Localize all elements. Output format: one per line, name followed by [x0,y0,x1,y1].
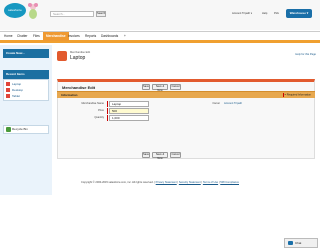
page-subtitle: Merchandise Edit [70,51,91,54]
recent-items-header: Recent Items [3,70,49,79]
recent-item[interactable]: Tablet [6,94,20,99]
price-input[interactable]: 500 [109,108,149,114]
create-new-dropdown[interactable]: Create New... [3,49,49,58]
page-footer: Copyright © 2000-2015 salesforce.com, in… [80,181,239,184]
information-section-header: Information = Required Information [57,91,315,98]
merchandise-name-input[interactable]: Laptop [109,101,149,107]
copyright-text: Copyright © 2000-2015 salesforce.com, in… [80,181,155,184]
recycle-bin-link[interactable]: Recycle Bin [3,125,49,134]
tab-invoices[interactable]: Invoices [68,34,80,38]
tab-files[interactable]: Files [33,34,40,38]
quantity-input[interactable]: 1,000 [109,115,149,121]
required-info-legend: = Required Information [282,93,311,97]
main-content: Merchandise Edit Laptop Help for this Pa… [54,45,318,175]
user-menu[interactable]: Account Tripath ▾ [232,12,252,15]
record-icon [6,88,10,93]
tab-chatter[interactable]: Chatter [17,34,27,38]
help-for-page-link[interactable]: Help for this Page [295,53,316,56]
global-header: salesforce Search... Search Account Trip… [0,0,320,30]
salesforce-logo[interactable]: salesforce [4,3,26,18]
owner-label: Owner [212,102,220,105]
save-new-button-bottom[interactable]: Save & New [152,152,168,160]
record-icon [6,94,10,99]
cancel-button[interactable]: Cancel [170,84,181,90]
price-label: Price [98,109,104,112]
record-icon [6,82,10,87]
security-statement-link[interactable]: Security Statement [179,181,201,184]
mascot-icon [28,3,38,19]
recycle-bin-icon [6,127,11,132]
app-switcher-button[interactable]: Warehouse ▾ [286,9,312,18]
tab-merchandise[interactable]: Merchandise [43,32,69,41]
tab-bar: Home Chatter Files Merchandise Invoices … [0,31,320,43]
app-menu-link[interactable]: Pick [274,12,279,15]
cancel-button-bottom[interactable]: Cancel [170,152,181,158]
compliance-link[interactable]: 508 Compliance [220,181,239,184]
merchandise-name-label: Merchandise Name [81,102,105,105]
owner-link[interactable]: Account Tripath [224,102,242,105]
recent-item[interactable]: Desktop [6,88,23,93]
tab-add[interactable]: + [124,34,126,38]
page-title: Laptop [70,55,86,61]
required-marker [107,101,108,107]
recent-items-list: Laptop Desktop Tablet [3,79,49,101]
privacy-statement-link[interactable]: Privacy Statement [156,181,177,184]
tab-reports[interactable]: Reports [85,34,96,38]
required-marker-icon [282,93,284,97]
tab-dashboards[interactable]: Dashboards [101,34,118,38]
sidebar: Create New... Recent Items Laptop Deskto… [0,45,52,195]
terms-of-use-link[interactable]: Terms of Use [203,181,218,184]
save-button[interactable]: Save [142,84,150,90]
chat-icon [288,241,293,245]
save-new-button[interactable]: Save & New [152,84,168,92]
save-button-bottom[interactable]: Save [142,152,150,158]
panel-title: Merchandise Edit [62,85,96,90]
chat-button[interactable]: Chat [284,238,318,248]
required-marker [107,108,108,114]
search-input[interactable]: Search... [50,11,94,17]
section-title: Information [61,93,78,97]
required-marker [107,115,108,121]
help-link[interactable]: Help [262,12,267,15]
tab-home[interactable]: Home [4,34,13,38]
recent-item[interactable]: Laptop [6,82,21,87]
quantity-label: Quantity [94,116,104,119]
merchandise-record-icon [57,51,67,61]
search-button[interactable]: Search [96,11,106,17]
